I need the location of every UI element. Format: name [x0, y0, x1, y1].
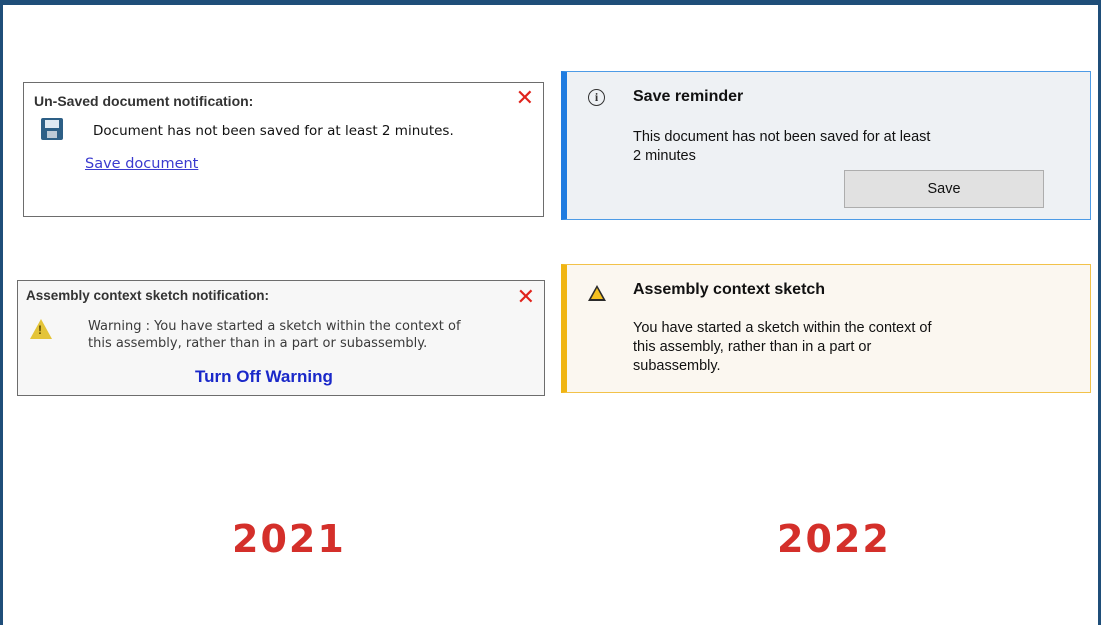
- warning-icon: [588, 285, 606, 301]
- warning-icon: !: [30, 319, 52, 339]
- year-label-2022: 2022: [777, 517, 891, 561]
- save-document-link[interactable]: Save document: [85, 156, 198, 172]
- new-save-title: Save reminder: [633, 88, 744, 105]
- turn-off-warning-link[interactable]: Turn Off Warning: [195, 367, 333, 387]
- new-save-reminder: i Save reminder This document has not be…: [561, 71, 1091, 220]
- new-save-message-line2: 2 minutes: [633, 148, 696, 164]
- old-assembly-message-line1: Warning : You have started a sketch with…: [88, 319, 461, 334]
- old-save-title: Un-Saved document notification:: [34, 93, 254, 109]
- year-label-2021: 2021: [232, 517, 346, 561]
- info-icon: i: [588, 89, 605, 106]
- new-assembly-message-line2: this assembly, rather than in a part or: [633, 339, 872, 355]
- save-button[interactable]: Save: [844, 170, 1044, 208]
- new-assembly-title: Assembly context sketch: [633, 281, 826, 298]
- new-assembly-message-line3: subassembly.: [633, 358, 721, 374]
- close-icon[interactable]: ✕: [516, 87, 534, 109]
- old-assembly-message-line2: this assembly, rather than in a part or …: [88, 336, 428, 351]
- floppy-disk-icon: [41, 118, 63, 140]
- old-save-notification: Un-Saved document notification: ✕ Docume…: [23, 82, 544, 217]
- new-assembly-notification: Assembly context sketch You have started…: [561, 264, 1091, 393]
- new-save-message-line1: This document has not been saved for at …: [633, 129, 931, 145]
- old-assembly-notification: Assembly context sketch notification: ✕ …: [17, 280, 545, 396]
- old-assembly-title: Assembly context sketch notification:: [26, 288, 270, 303]
- old-save-message: Document has not been saved for at least…: [93, 123, 454, 139]
- new-assembly-message-line1: You have started a sketch within the con…: [633, 320, 932, 336]
- close-icon[interactable]: ✕: [517, 286, 535, 308]
